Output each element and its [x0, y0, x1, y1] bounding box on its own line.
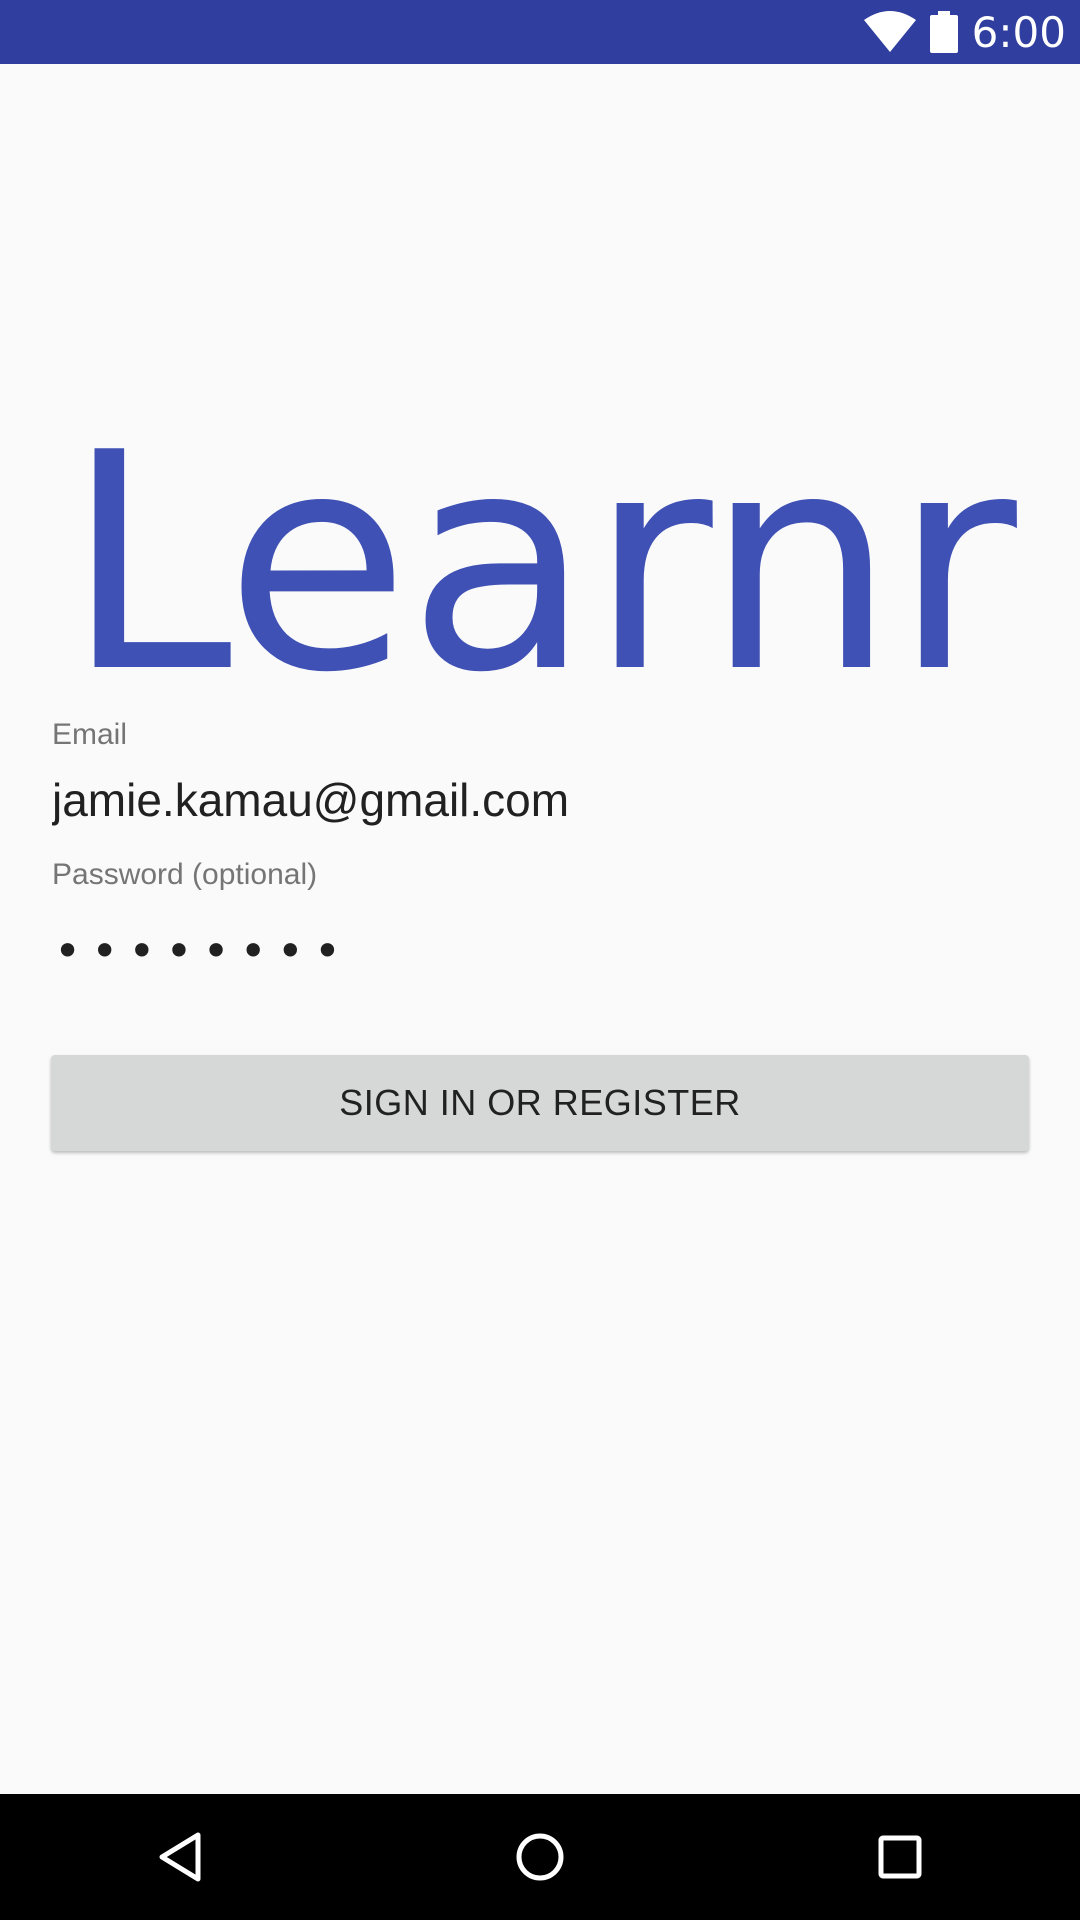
password-field[interactable]: ••••••••: [54, 924, 351, 978]
password-label: Password (optional): [52, 858, 318, 891]
navigation-bar: [0, 1794, 1080, 1920]
app-logo-text: Learnr: [65, 389, 1017, 738]
sign-in-or-register-button[interactable]: SIGN IN OR REGISTER: [51, 1055, 1029, 1151]
battery-icon: [929, 11, 958, 53]
recents-icon: [878, 1835, 922, 1879]
home-icon: [516, 1833, 564, 1881]
back-icon: [159, 1832, 201, 1882]
back-button[interactable]: [150, 1827, 210, 1887]
recents-button[interactable]: [870, 1827, 930, 1887]
home-button[interactable]: [510, 1827, 570, 1887]
email-label: Email: [52, 718, 128, 751]
login-screen: Learnr Email Password (optional) •••••••…: [0, 64, 1080, 1794]
wifi-icon: [863, 11, 916, 52]
status-bar: 6:00: [0, 0, 1080, 64]
email-field[interactable]: [52, 770, 1028, 830]
status-clock: 6:00: [971, 7, 1066, 57]
